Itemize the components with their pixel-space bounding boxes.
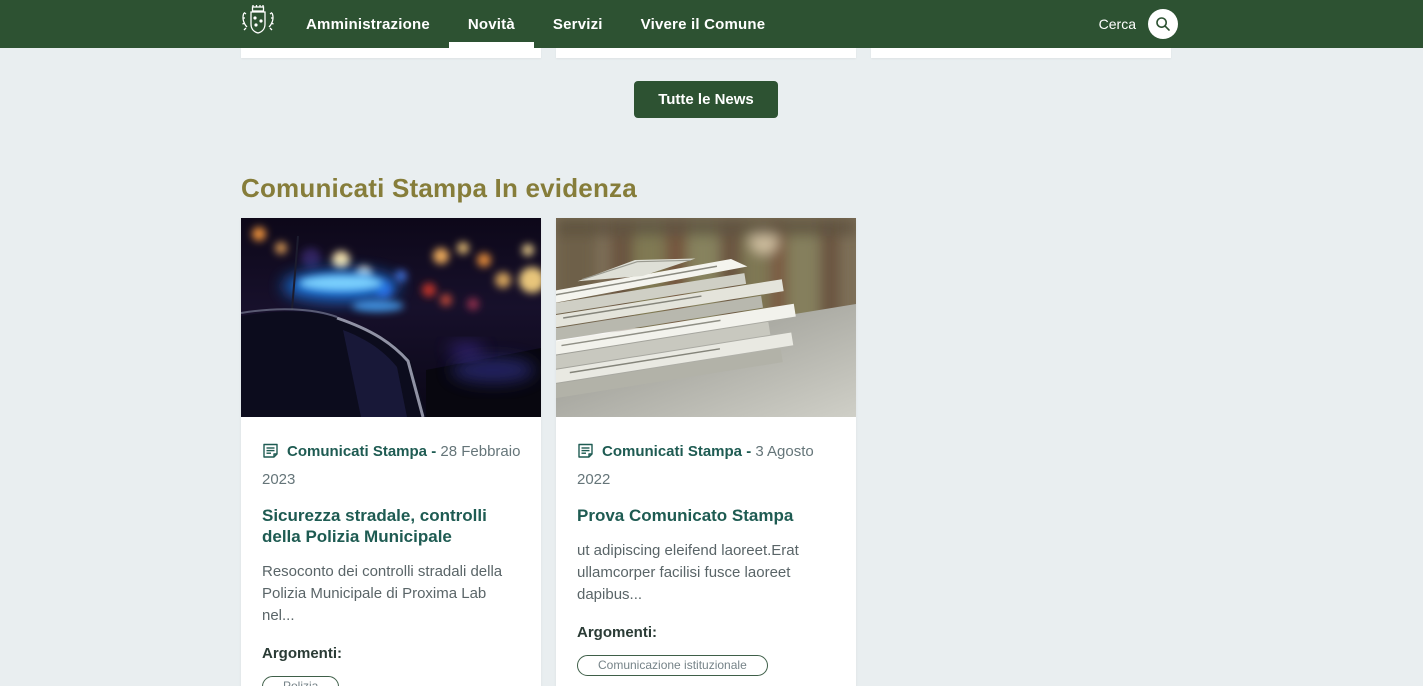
press-card: Comunicati Stampa - 28 Febbraio 2023 Sic… — [241, 218, 541, 686]
meta-dash: - — [746, 443, 751, 460]
card-title-link[interactable]: Sicurezza stradale, controlli della Poli… — [262, 505, 521, 547]
card-body: Comunicati Stampa - 3 Agosto 2022 Prova … — [556, 417, 856, 686]
newspapers-stack-photo[interactable] — [556, 218, 856, 417]
press-section-heading: Comunicati Stampa In evidenza — [241, 173, 637, 204]
nav-item-novita[interactable]: Novità — [449, 0, 534, 48]
main-navigation: Amministrazione Novità Servizi Vivere il… — [287, 0, 784, 48]
card-category[interactable]: Comunicati Stampa — [602, 443, 742, 460]
site-header: Amministrazione Novità Servizi Vivere il… — [0, 0, 1423, 48]
all-news-button-row: Tutte le News — [241, 81, 1171, 118]
press-release-icon — [262, 442, 279, 467]
topics-label: Argomenti: — [262, 645, 521, 662]
card-excerpt: ut adipiscing eleifend laoreet.Erat ulla… — [577, 540, 836, 606]
nav-item-vivere-il-comune[interactable]: Vivere il Comune — [622, 0, 785, 48]
police-car-night-photo[interactable] — [241, 218, 541, 417]
header-search[interactable]: Cerca — [1099, 9, 1178, 39]
search-icon — [1155, 16, 1171, 32]
card-excerpt: Resoconto dei controlli stradali della P… — [262, 561, 521, 627]
nav-item-amministrazione[interactable]: Amministrazione — [287, 0, 449, 48]
tag-comunicazione-istituzionale[interactable]: Comunicazione istituzionale — [577, 655, 768, 676]
search-label: Cerca — [1099, 16, 1136, 32]
card-meta: Comunicati Stampa - 28 Febbraio 2023 — [262, 439, 521, 492]
main-content: Tutte le News Comunicati Stampa In evide… — [241, 0, 1171, 686]
topics-label: Argomenti: — [577, 624, 836, 641]
news-card-remnant — [241, 48, 541, 58]
meta-dash: - — [431, 443, 436, 460]
card-category[interactable]: Comunicati Stampa — [287, 443, 427, 460]
all-news-button[interactable]: Tutte le News — [634, 81, 778, 118]
nav-item-servizi[interactable]: Servizi — [534, 0, 622, 48]
card-title-link[interactable]: Prova Comunicato Stampa — [577, 505, 836, 526]
news-card-remnant — [871, 48, 1171, 58]
press-cards-row: Comunicati Stampa - 28 Febbraio 2023 Sic… — [241, 218, 856, 686]
search-button[interactable] — [1148, 9, 1178, 39]
press-card: Comunicati Stampa - 3 Agosto 2022 Prova … — [556, 218, 856, 686]
press-release-icon — [577, 442, 594, 467]
tag-polizia[interactable]: Polizia — [262, 676, 339, 686]
news-card-remnant — [556, 48, 856, 58]
card-body: Comunicati Stampa - 28 Febbraio 2023 Sic… — [241, 417, 541, 686]
municipal-crest-icon[interactable] — [241, 4, 275, 44]
card-meta: Comunicati Stampa - 3 Agosto 2022 — [577, 439, 836, 492]
